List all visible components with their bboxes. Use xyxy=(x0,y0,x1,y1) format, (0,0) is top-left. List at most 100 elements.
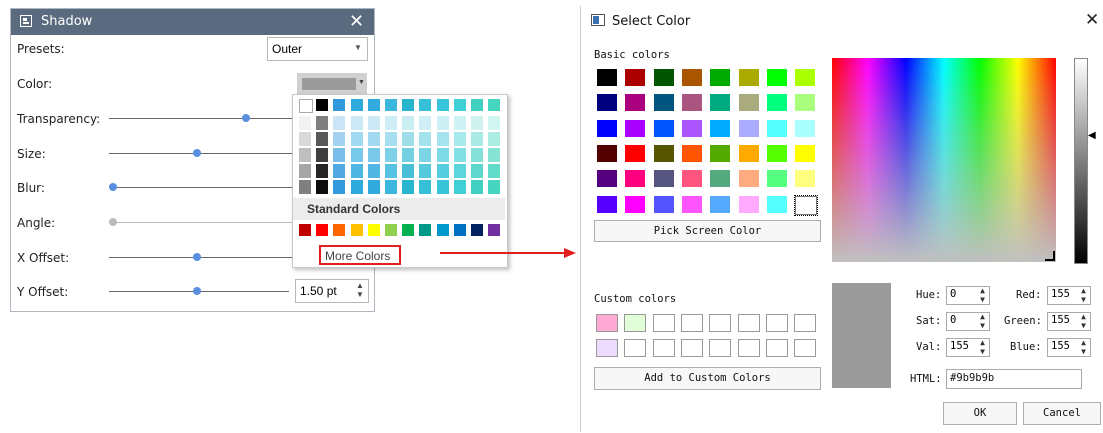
popup-color-swatch[interactable] xyxy=(402,99,415,111)
popup-shade-swatch[interactable] xyxy=(350,180,363,194)
popup-shade-swatch[interactable] xyxy=(333,148,346,162)
popup-shade-swatch[interactable] xyxy=(488,116,501,130)
x-offset-handle[interactable] xyxy=(193,253,201,261)
popup-color-swatch[interactable] xyxy=(471,99,483,111)
popup-shade-swatch[interactable] xyxy=(453,132,466,146)
custom-color-swatch[interactable] xyxy=(596,314,618,332)
popup-shade-swatch[interactable] xyxy=(488,148,501,162)
popup-color-swatch[interactable] xyxy=(385,99,397,111)
basic-color-swatch[interactable] xyxy=(795,119,816,137)
ok-button[interactable]: OK xyxy=(943,402,1017,425)
spin-arrows-icon[interactable]: ▲ ▼ xyxy=(356,281,364,299)
popup-shade-swatch[interactable] xyxy=(299,132,311,146)
basic-color-swatch[interactable] xyxy=(681,170,702,188)
custom-color-swatch[interactable] xyxy=(709,314,732,332)
angle-slider[interactable] xyxy=(109,222,299,223)
popup-shade-swatch[interactable] xyxy=(316,132,329,146)
basic-color-swatch[interactable] xyxy=(710,119,731,137)
popup-shade-swatch[interactable] xyxy=(453,164,466,178)
popup-shade-swatch[interactable] xyxy=(367,180,380,194)
popup-shade-swatch[interactable] xyxy=(367,148,380,162)
popup-shade-swatch[interactable] xyxy=(436,132,449,146)
standard-color-swatch[interactable] xyxy=(419,224,432,236)
popup-shade-swatch[interactable] xyxy=(453,180,466,194)
custom-color-swatch[interactable] xyxy=(709,339,732,357)
basic-color-swatch[interactable] xyxy=(597,119,617,137)
spin-arrows-icon[interactable]: ▲ ▼ xyxy=(1081,338,1086,356)
basic-color-swatch[interactable] xyxy=(653,119,674,137)
blur-slider[interactable] xyxy=(109,187,299,188)
popup-color-swatch[interactable] xyxy=(367,99,380,111)
basic-color-swatch[interactable] xyxy=(738,119,759,137)
size-handle[interactable] xyxy=(193,149,201,157)
spin-arrows-icon[interactable]: ▲ ▼ xyxy=(980,338,985,356)
custom-color-swatch[interactable] xyxy=(765,339,788,357)
basic-color-swatch[interactable] xyxy=(766,144,787,162)
popup-shade-swatch[interactable] xyxy=(350,132,363,146)
basic-color-swatch[interactable] xyxy=(710,170,731,188)
basic-color-swatch[interactable] xyxy=(766,69,787,86)
basic-color-swatch[interactable] xyxy=(738,94,759,112)
basic-color-swatch[interactable] xyxy=(766,94,787,112)
basic-color-swatch[interactable] xyxy=(625,144,646,162)
popup-shade-swatch[interactable] xyxy=(333,132,346,146)
basic-color-swatch[interactable] xyxy=(625,119,646,137)
popup-shade-swatch[interactable] xyxy=(316,148,329,162)
popup-shade-swatch[interactable] xyxy=(419,180,432,194)
hue-spinbox[interactable]: 0 ▲ ▼ xyxy=(946,286,990,305)
standard-color-swatch[interactable] xyxy=(488,224,501,236)
custom-color-swatch[interactable] xyxy=(794,339,817,357)
popup-shade-swatch[interactable] xyxy=(419,164,432,178)
basic-color-swatch[interactable] xyxy=(766,119,787,137)
popup-color-swatch[interactable] xyxy=(436,99,449,111)
custom-color-swatch[interactable] xyxy=(596,339,618,357)
popup-color-swatch[interactable] xyxy=(488,99,501,111)
popup-shade-swatch[interactable] xyxy=(385,148,397,162)
basic-color-swatch[interactable] xyxy=(597,195,617,213)
popup-shade-swatch[interactable] xyxy=(367,116,380,130)
custom-color-swatch[interactable] xyxy=(680,314,703,332)
popup-shade-swatch[interactable] xyxy=(385,116,397,130)
popup-shade-swatch[interactable] xyxy=(402,132,415,146)
custom-color-swatch[interactable] xyxy=(794,314,817,332)
angle-handle[interactable] xyxy=(109,218,117,226)
basic-color-swatch[interactable] xyxy=(738,195,759,213)
popup-color-swatch[interactable] xyxy=(299,99,313,113)
popup-color-swatch[interactable] xyxy=(333,99,346,111)
popup-shade-swatch[interactable] xyxy=(488,164,501,178)
basic-color-swatch[interactable] xyxy=(710,195,731,213)
basic-color-swatch[interactable] xyxy=(653,94,674,112)
basic-color-swatch[interactable] xyxy=(597,94,617,112)
spin-arrows-icon[interactable]: ▲ ▼ xyxy=(980,312,985,330)
popup-shade-swatch[interactable] xyxy=(299,148,311,162)
spin-arrows-icon[interactable]: ▲ ▼ xyxy=(1081,286,1086,304)
basic-color-swatch[interactable] xyxy=(738,69,759,86)
popup-shade-swatch[interactable] xyxy=(333,116,346,130)
popup-shade-swatch[interactable] xyxy=(453,116,466,130)
basic-color-swatch[interactable] xyxy=(625,69,646,86)
basic-color-swatch[interactable] xyxy=(795,170,816,188)
popup-shade-swatch[interactable] xyxy=(419,116,432,130)
color-dropdown[interactable]: ▼ xyxy=(297,73,367,95)
cancel-button[interactable]: Cancel xyxy=(1023,402,1101,425)
pick-screen-color-button[interactable]: Pick Screen Color xyxy=(594,220,821,242)
color-spectrum[interactable] xyxy=(832,58,1056,262)
basic-color-swatch[interactable] xyxy=(653,195,674,213)
standard-color-swatch[interactable] xyxy=(299,224,311,236)
standard-color-swatch[interactable] xyxy=(436,224,449,236)
html-field[interactable]: #9b9b9b xyxy=(946,369,1082,389)
basic-color-swatch[interactable] xyxy=(625,94,646,112)
sat-spinbox[interactable]: 0 ▲ ▼ xyxy=(946,312,990,331)
basic-color-swatch[interactable] xyxy=(681,119,702,137)
popup-shade-swatch[interactable] xyxy=(402,180,415,194)
popup-shade-swatch[interactable] xyxy=(350,116,363,130)
custom-color-swatch[interactable] xyxy=(680,339,703,357)
popup-shade-swatch[interactable] xyxy=(436,116,449,130)
basic-color-swatch[interactable] xyxy=(794,194,819,216)
popup-color-swatch[interactable] xyxy=(453,99,466,111)
basic-color-swatch[interactable] xyxy=(597,144,617,162)
custom-color-swatch[interactable] xyxy=(624,314,647,332)
val-spinbox[interactable]: 155 ▲ ▼ xyxy=(946,338,990,357)
basic-color-swatch[interactable] xyxy=(738,144,759,162)
custom-color-swatch[interactable] xyxy=(624,339,647,357)
